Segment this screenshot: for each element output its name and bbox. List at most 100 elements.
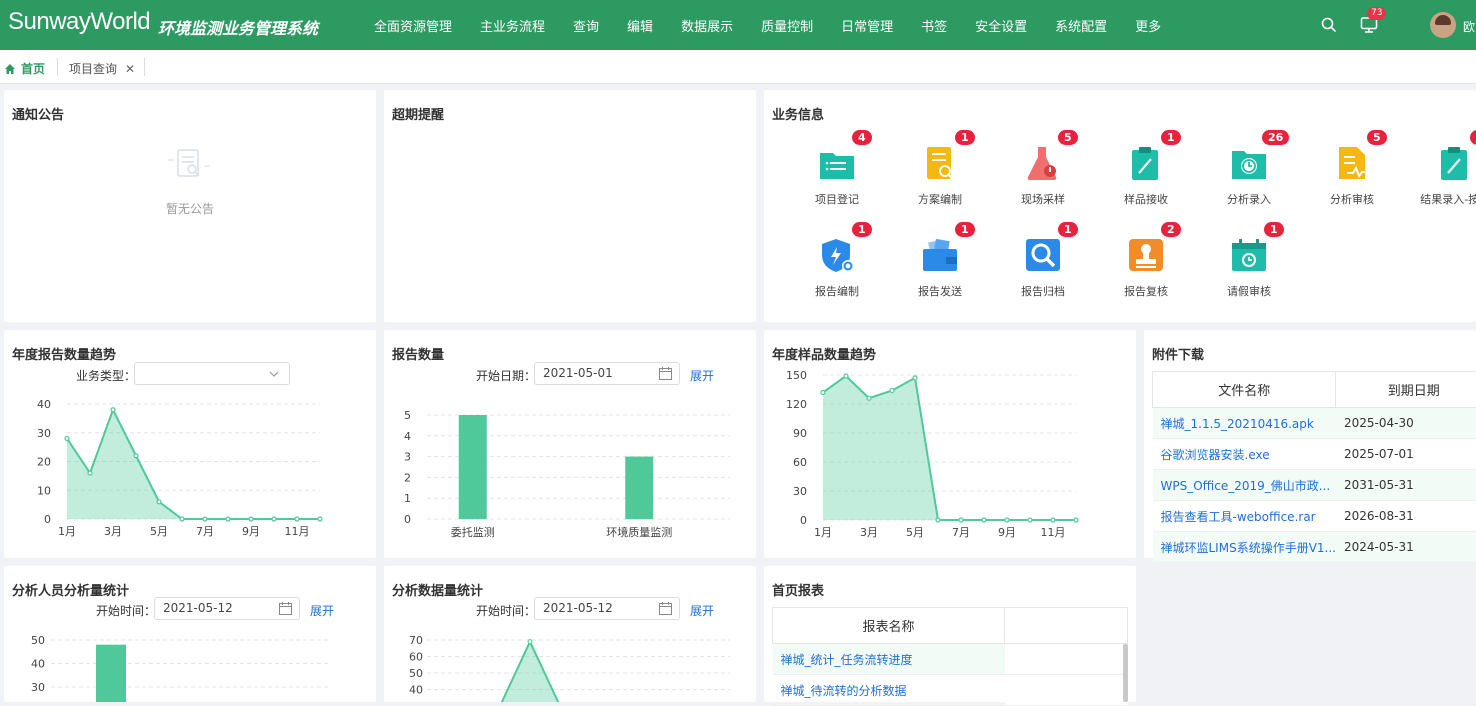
file-link[interactable]: 禅城环监LIMS系统操作手册V1... <box>1153 532 1336 563</box>
menu-item[interactable]: 书签 <box>907 16 961 35</box>
x-tick-label: 环境质量监测 <box>606 525 672 539</box>
count-badge: 1 <box>955 222 975 237</box>
scrollbar[interactable] <box>1123 644 1128 702</box>
menu-item[interactable]: 系统配置 <box>1041 16 1121 35</box>
folder-list-icon <box>818 145 856 183</box>
data-point <box>318 517 322 521</box>
top-navigation-bar: SunwayWorld 环境监测业务管理系统 全面资源管理主业务流程查询编辑数据… <box>0 0 1476 50</box>
expand-link[interactable]: 展开 <box>690 602 714 619</box>
analyst-stats-card: 分析人员分析量统计 开始时间： 2021-05-12 展开 504030 <box>4 566 376 702</box>
close-icon[interactable]: ✕ <box>125 62 135 76</box>
file-link[interactable]: 禅城_1.1.5_20210416.apk <box>1153 408 1336 439</box>
logo: SunwayWorld <box>8 8 150 36</box>
start-time-input[interactable]: 2021-05-12 <box>534 597 680 620</box>
tab-home[interactable]: 首页 <box>4 60 45 77</box>
report-trend-chart: 0102030401月3月5月7月9月11月 <box>4 390 376 550</box>
overdue-card: 超期提醒 <box>384 90 756 322</box>
y-tick-label: 60 <box>793 456 807 469</box>
menu-item[interactable]: 主业务流程 <box>466 16 559 35</box>
clipboard-pen-icon <box>1436 145 1474 183</box>
table-row: 报告查看工具-weboffice.rar2026-08-31 <box>1153 501 1476 532</box>
data-point <box>821 390 825 394</box>
menu-item[interactable]: 质量控制 <box>747 16 827 35</box>
start-date-input[interactable]: 2021-05-01 <box>534 362 680 385</box>
report-count-card: 报告数量 开始日期： 2021-05-01 展开 012345委托监测环境质量监… <box>384 330 756 558</box>
menu-item[interactable]: 数据展示 <box>667 16 747 35</box>
data-point <box>844 374 848 378</box>
home-icon <box>4 63 16 75</box>
expand-link[interactable]: 展开 <box>310 602 334 619</box>
data-point <box>111 408 115 412</box>
table-row: 禅城_统计_任务流转进度 <box>773 644 1128 675</box>
home-reports-table: 报表名称 禅城_统计_任务流转进度禅城_待流转的分析数据 <box>772 607 1128 706</box>
count-badge: 2 <box>1161 222 1181 237</box>
x-tick-label: 11月 <box>1041 526 1066 539</box>
bar <box>459 415 487 519</box>
start-time-label: 开始时间： <box>476 602 536 619</box>
y-tick-label: 90 <box>793 427 807 440</box>
y-tick-label: 50 <box>31 634 45 647</box>
data-point <box>982 518 986 522</box>
report-link[interactable]: 禅城_统计_任务流转进度 <box>773 644 1005 675</box>
business-item-label: 报告归档 <box>998 283 1088 299</box>
stamp-icon <box>1127 237 1165 275</box>
expiry-date: 2025-04-30 <box>1336 408 1476 439</box>
count-badge: 5 <box>1058 130 1078 145</box>
count-badge: 1 <box>1058 222 1078 237</box>
menu-item[interactable]: 全面资源管理 <box>360 16 466 35</box>
data-point <box>134 454 138 458</box>
table-row: WPS_Office_2019_佛山市政...2031-05-31 <box>1153 470 1476 501</box>
x-tick-label: 9月 <box>242 525 260 538</box>
file-link[interactable]: 报告查看工具-weboffice.rar <box>1153 501 1336 532</box>
doc-pulse-icon <box>1333 145 1371 183</box>
count-badge: 26 <box>1262 130 1289 145</box>
x-tick-label: 9月 <box>998 526 1016 539</box>
tab-project-label: 项目查询 <box>69 62 117 76</box>
shield-gear-icon <box>818 237 856 275</box>
data-point <box>1005 518 1009 522</box>
analysis-data-card: 分析数据量统计 开始时间： 2021-05-12 展开 70605040 <box>384 566 756 702</box>
business-type-select[interactable] <box>134 362 290 385</box>
menu-item[interactable]: 安全设置 <box>961 16 1041 35</box>
card-title: 报告数量 <box>392 344 444 363</box>
notice-card: 通知公告 暂无公告 <box>4 90 376 322</box>
start-time-input[interactable]: 2021-05-12 <box>154 597 300 620</box>
search-icon[interactable] <box>1321 17 1337 33</box>
menu-item[interactable]: 编辑 <box>613 16 667 35</box>
data-point <box>1074 518 1078 522</box>
area-fill <box>823 376 1076 520</box>
business-item-label: 报告复核 <box>1101 283 1191 299</box>
y-tick-label: 1 <box>404 492 411 505</box>
divider <box>144 58 145 76</box>
empty-cell <box>1005 675 1128 706</box>
data-point <box>1028 518 1032 522</box>
area-fill <box>500 642 560 702</box>
start-time-value: 2021-05-12 <box>543 601 613 615</box>
expand-link[interactable]: 展开 <box>690 367 714 384</box>
calendar-icon <box>659 602 672 615</box>
business-item-label: 项目登记 <box>792 191 882 207</box>
y-tick-label: 40 <box>409 684 423 697</box>
file-link[interactable]: WPS_Office_2019_佛山市政... <box>1153 470 1336 501</box>
menu-item[interactable]: 更多 <box>1121 16 1175 35</box>
report-link[interactable]: 禅城_待流转的分析数据 <box>773 675 1005 706</box>
card-title: 首页报表 <box>772 580 824 599</box>
x-tick-label: 3月 <box>104 525 122 538</box>
menu-item[interactable]: 查询 <box>559 16 613 35</box>
bar <box>625 457 653 519</box>
username[interactable]: 欧 <box>1463 18 1475 35</box>
data-point <box>249 517 253 521</box>
tab-project-query[interactable]: 项目查询 ✕ <box>69 60 135 77</box>
business-item-label: 报告编制 <box>792 283 882 299</box>
y-tick-label: 0 <box>44 513 51 526</box>
chevron-down-icon <box>269 371 279 377</box>
data-point <box>295 517 299 521</box>
file-link[interactable]: 谷歌浏览器安装.exe <box>1153 439 1336 470</box>
y-tick-label: 70 <box>409 634 423 647</box>
avatar[interactable] <box>1430 12 1456 38</box>
data-point <box>528 640 532 644</box>
empty-document-icon <box>164 148 214 182</box>
analyst-stats-chart: 504030 <box>4 626 376 702</box>
menu-item[interactable]: 日常管理 <box>827 16 907 35</box>
report-count-chart: 012345委托监测环境质量监测 <box>384 390 756 550</box>
